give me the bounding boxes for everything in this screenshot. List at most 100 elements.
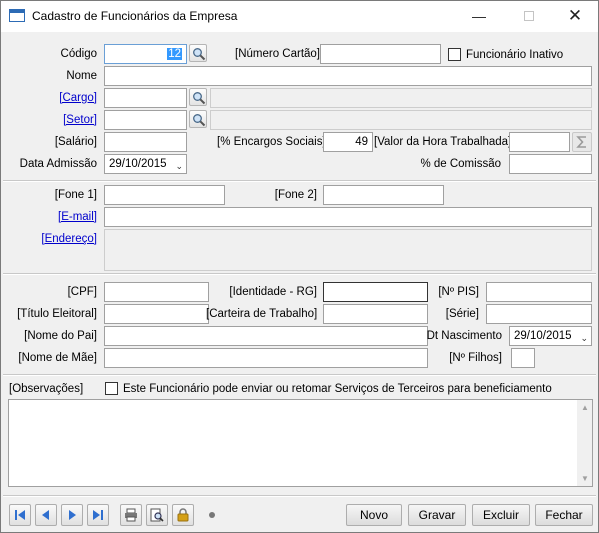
setor-description-field — [210, 110, 592, 130]
print-button[interactable] — [120, 504, 142, 526]
gravar-button[interactable]: Gravar — [408, 504, 466, 526]
nome-field[interactable] — [104, 66, 592, 86]
email-field[interactable] — [104, 207, 592, 227]
data-admissao-label: Data Admissão — [19, 158, 97, 170]
close-button[interactable]: ✕ — [552, 1, 598, 32]
nome-label: Nome — [66, 70, 97, 82]
nome-pai-label: [Nome do Pai] — [24, 330, 97, 342]
lock-button[interactable] — [172, 504, 194, 526]
codigo-field[interactable]: 12 — [104, 44, 187, 64]
fechar-button[interactable]: Fechar — [535, 504, 593, 526]
observacoes-textarea[interactable]: ▲ ▼ — [8, 399, 593, 487]
serie-field[interactable] — [486, 304, 592, 324]
nome-mae-field[interactable] — [104, 348, 428, 368]
dt-nascimento-value: 29/10/2015 — [514, 330, 572, 342]
section-divider — [3, 374, 596, 376]
chevron-down-icon: ⌄ — [580, 333, 588, 343]
cpf-label: [CPF] — [67, 286, 97, 298]
nome-pai-field[interactable] — [104, 326, 428, 346]
pis-field[interactable] — [486, 282, 592, 302]
cpf-field[interactable] — [104, 282, 209, 302]
magnifier-icon — [193, 48, 206, 61]
salario-field[interactable] — [104, 132, 187, 152]
data-admissao-value: 29/10/2015 — [109, 158, 167, 170]
window-app-icon — [9, 9, 25, 22]
maximize-icon — [524, 11, 534, 21]
observacoes-label: [Observações] — [9, 383, 84, 395]
section-divider — [3, 495, 596, 497]
next-record-icon — [69, 510, 76, 520]
next-record-button[interactable] — [61, 504, 83, 526]
endereco-link[interactable]: [Endereço] — [31, 232, 97, 246]
previous-record-icon — [42, 510, 49, 520]
vertical-scrollbar[interactable]: ▲ ▼ — [577, 400, 592, 486]
first-record-icon — [15, 510, 25, 520]
fone1-field[interactable] — [104, 185, 225, 205]
window-title: Cadastro de Funcionários da Empresa — [32, 9, 238, 23]
codigo-label: Código — [60, 48, 97, 60]
titulo-eleitoral-label: [Título Eleitoral] — [17, 308, 97, 320]
setor-code-field[interactable] — [104, 110, 187, 130]
numero-cartao-label: [Número Cartão] — [235, 48, 321, 60]
excluir-button[interactable]: Excluir — [472, 504, 530, 526]
scroll-up-arrow-icon[interactable]: ▲ — [581, 403, 589, 412]
identidade-label: [Identidade - RG] — [229, 286, 317, 298]
cargo-description-field — [210, 88, 592, 108]
nome-mae-label: [Nome de Mãe] — [18, 352, 97, 364]
carteira-trabalho-field[interactable] — [323, 304, 428, 324]
carteira-trabalho-label: [Carteira de Trabalho] — [206, 308, 318, 320]
dt-nascimento-picker[interactable]: 29/10/2015 ⌄ — [509, 326, 592, 346]
valor-hora-label: [Valor da Hora Trabalhada] — [374, 136, 512, 148]
data-admissao-picker[interactable]: 29/10/2015 ⌄ — [104, 154, 187, 174]
fone2-label: [Fone 2] — [274, 189, 317, 201]
printer-icon — [125, 508, 137, 522]
setor-search-button[interactable] — [189, 110, 207, 128]
serie-label: [Série] — [445, 308, 479, 320]
status-indicator-dot — [209, 512, 215, 518]
print-preview-button[interactable] — [146, 504, 168, 526]
numero-cartao-field[interactable] — [320, 44, 441, 64]
chevron-down-icon: ⌄ — [175, 161, 183, 171]
servicos-terceiros-checkbox[interactable] — [105, 382, 118, 395]
minimize-button[interactable]: — — [456, 1, 502, 32]
pis-label: [Nº PIS] — [438, 286, 479, 298]
calculate-hour-value-button[interactable] — [572, 132, 592, 152]
section-divider — [3, 180, 596, 182]
fone1-label: [Fone 1] — [54, 189, 97, 201]
novo-button[interactable]: Novo — [346, 504, 402, 526]
setor-link[interactable]: [Setor] — [41, 113, 97, 127]
comissao-label: % de Comissão — [420, 158, 501, 170]
email-link[interactable]: [E-mail] — [31, 210, 97, 224]
cargo-link[interactable]: [Cargo] — [41, 91, 97, 105]
endereco-field — [104, 229, 592, 271]
servicos-terceiros-label: Este Funcionário pode enviar ou retomar … — [123, 383, 552, 395]
titulo-eleitoral-field[interactable] — [104, 304, 209, 324]
cargo-code-field[interactable] — [104, 88, 187, 108]
codigo-search-button[interactable] — [189, 44, 207, 62]
codigo-value: 12 — [167, 48, 182, 60]
last-record-button[interactable] — [87, 504, 109, 526]
first-record-button[interactable] — [9, 504, 31, 526]
filhos-label: [Nº Filhos] — [449, 352, 502, 364]
valor-hora-field[interactable] — [509, 132, 570, 152]
funcionario-inativo-checkbox[interactable] — [448, 48, 461, 61]
maximize-button[interactable] — [506, 1, 552, 32]
last-record-icon — [93, 510, 103, 520]
section-divider — [3, 273, 596, 275]
scroll-down-arrow-icon[interactable]: ▼ — [581, 474, 589, 483]
funcionario-inativo-label: Funcionário Inativo — [466, 49, 564, 61]
title-bar: Cadastro de Funcionários da Empresa — ✕ — [1, 1, 598, 32]
print-preview-icon — [150, 508, 164, 522]
comissao-field[interactable] — [509, 154, 592, 174]
sigma-icon — [576, 136, 586, 148]
previous-record-button[interactable] — [35, 504, 57, 526]
salario-label: [Salário] — [54, 136, 97, 148]
lock-icon — [177, 508, 189, 522]
encargos-sociais-field[interactable]: 49 — [323, 132, 373, 152]
fone2-field[interactable] — [323, 185, 444, 205]
dt-nascimento-label: Dt Nascimento — [426, 330, 502, 342]
identidade-field[interactable] — [323, 282, 428, 302]
filhos-field[interactable] — [511, 348, 535, 368]
encargos-sociais-label: [% Encargos Sociais] — [217, 136, 326, 148]
cargo-search-button[interactable] — [189, 88, 207, 106]
